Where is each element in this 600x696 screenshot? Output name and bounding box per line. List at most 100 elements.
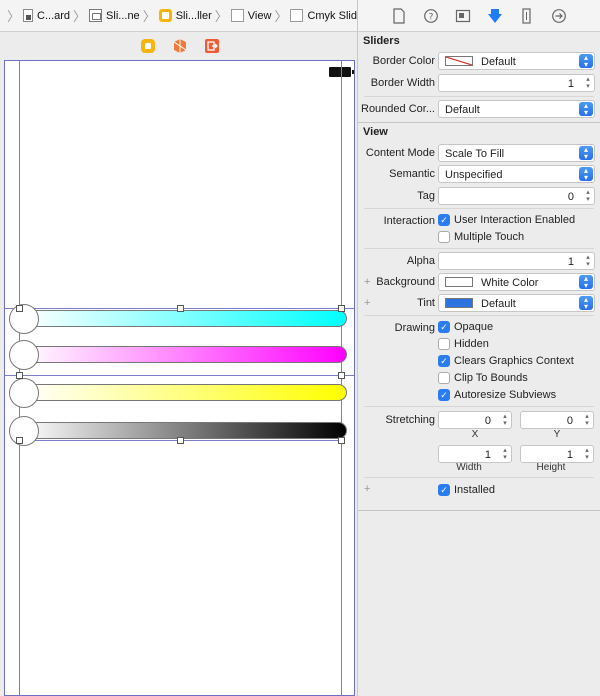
connections-icon[interactable] <box>550 7 568 25</box>
magenta-slider[interactable] <box>9 340 347 370</box>
stretch-y-field[interactable]: 0 ▴ ▾ <box>520 411 594 429</box>
breadcrumb-label: Sli...ller <box>175 9 212 22</box>
size-icon[interactable] <box>518 7 536 25</box>
stretch-height-field[interactable]: 1 ▴ ▾ <box>520 445 594 463</box>
multiple-touch-checkbox[interactable]: Multiple Touch <box>438 230 524 244</box>
hidden-label: Hidden <box>454 338 489 350</box>
stepper-icon[interactable]: ▴ ▾ <box>500 413 510 427</box>
breadcrumb-item-storyboard[interactable]: Sli...ne <box>89 9 140 22</box>
stepper-icon[interactable]: ▴ ▾ <box>583 76 593 90</box>
chevron-updown-icon: ▴ ▾ <box>579 275 593 290</box>
breadcrumb-item-view[interactable]: View <box>230 9 271 22</box>
resize-handle[interactable] <box>177 437 184 444</box>
identity-icon[interactable] <box>454 7 472 25</box>
stepper-icon[interactable]: ▴ ▾ <box>583 254 593 268</box>
stretch-x-caption: X <box>471 429 479 440</box>
stretch-x-field[interactable]: 0 ▴ ▾ <box>438 411 512 429</box>
content-mode-row: Content Mode Scale To Fill ▴ ▾ <box>358 144 600 162</box>
view-controller-icon[interactable] <box>140 38 156 54</box>
stretch-height-value: 1 <box>566 449 573 461</box>
background-popup[interactable]: White Color ▴ ▾ <box>438 273 595 291</box>
stepper-icon[interactable]: ▴ ▾ <box>583 189 593 203</box>
stepper-icon[interactable]: ▴ ▾ <box>582 413 592 427</box>
help-icon[interactable]: ? <box>422 7 440 25</box>
breadcrumb-item-controller[interactable]: Sli...ller <box>158 9 212 22</box>
semantic-value: Unspecified <box>445 169 503 181</box>
white-color-swatch <box>445 277 473 287</box>
black-slider[interactable] <box>9 416 347 446</box>
stretch-y-value: 0 <box>566 415 573 427</box>
stretch-width-caption: Width <box>456 462 482 473</box>
stretch-width-field[interactable]: 1 ▴ ▾ <box>438 445 512 463</box>
clip-to-bounds-checkbox[interactable]: Clip To Bounds <box>438 371 528 385</box>
breadcrumb-item-cmyk-sliders[interactable]: Cmyk Sliders <box>290 9 357 22</box>
resize-handle[interactable] <box>338 372 345 379</box>
slider-thumb[interactable] <box>9 304 39 334</box>
multiple-touch-label: Multiple Touch <box>454 231 525 243</box>
divider <box>364 406 594 407</box>
resize-handle[interactable] <box>177 305 184 312</box>
slider-thumb[interactable] <box>9 416 39 446</box>
plus-icon[interactable]: + <box>364 483 370 495</box>
clip-to-bounds-label: Clip To Bounds <box>454 372 528 384</box>
clears-context-label: Clears Graphics Context <box>454 355 574 367</box>
chevron-updown-icon: ▴ ▾ <box>579 167 593 182</box>
resize-handle[interactable] <box>338 437 345 444</box>
plus-icon[interactable]: + <box>364 276 370 288</box>
first-responder-icon[interactable] <box>172 38 188 54</box>
resize-handle[interactable] <box>16 305 23 312</box>
border-color-popup[interactable]: Default ▴ ▾ <box>438 52 595 70</box>
clears-context-checkbox[interactable]: ✓ Clears Graphics Context <box>438 354 574 368</box>
alpha-field[interactable]: 1 ▴ ▾ <box>438 252 595 270</box>
tag-field[interactable]: 0 ▴ ▾ <box>438 187 595 205</box>
stepper-icon[interactable]: ▴ ▾ <box>500 447 510 461</box>
chevron-updown-icon: ▴ ▾ <box>579 102 593 117</box>
border-color-row: Border Color Default ▴ ▾ <box>358 52 600 70</box>
checkbox-empty-icon <box>438 372 450 384</box>
chevron-updown-icon: ▴ ▾ <box>579 146 593 161</box>
slider-thumb[interactable] <box>9 340 39 370</box>
cyan-slider[interactable] <box>9 304 347 334</box>
content-mode-popup[interactable]: Scale To Fill ▴ ▾ <box>438 144 595 162</box>
attributes-inspector: ? Sliders Border Color Default ▴ ▾ Border… <box>357 0 600 696</box>
stretch-x-value: 0 <box>484 415 491 427</box>
alpha-label: Alpha <box>406 255 435 267</box>
file-icon[interactable] <box>390 7 408 25</box>
resize-handle[interactable] <box>16 372 23 379</box>
checkmark-icon: ✓ <box>438 214 450 226</box>
divider <box>364 477 594 478</box>
device-frame[interactable] <box>4 60 355 696</box>
autoresize-checkbox[interactable]: ✓ Autoresize Subviews <box>438 388 556 402</box>
resize-handle[interactable] <box>338 305 345 312</box>
stretch-y-caption: Y <box>553 429 561 440</box>
content-mode-label: Content Mode <box>365 147 435 159</box>
border-width-field[interactable]: 1 ▴ ▾ <box>438 74 595 92</box>
storyboard-icon <box>89 9 103 22</box>
rounded-corners-label: Rounded Cor... <box>361 103 435 115</box>
rounded-corners-row: Rounded Cor... Default ▴ ▾ <box>358 100 600 118</box>
yellow-slider[interactable] <box>9 378 347 408</box>
opaque-checkbox[interactable]: ✓ Opaque <box>438 320 493 334</box>
drawing-row: Drawing ✓ Opaque <box>358 319 600 337</box>
rounded-corners-popup[interactable]: Default ▴ ▾ <box>438 100 595 118</box>
content-mode-value: Scale To Fill <box>445 148 505 160</box>
installed-checkbox[interactable]: ✓ Installed <box>438 483 495 497</box>
slider-thumb[interactable] <box>9 378 39 408</box>
breadcrumb-item-file[interactable]: C...ard <box>23 9 70 22</box>
plus-icon[interactable]: + <box>364 297 370 309</box>
tint-popup[interactable]: Default ▴ ▾ <box>438 294 595 312</box>
tag-value: 0 <box>567 191 574 203</box>
resize-handle[interactable] <box>16 437 23 444</box>
tint-value: Default <box>481 298 516 310</box>
hidden-checkbox[interactable]: Hidden <box>438 337 489 351</box>
interaction-label: Interaction <box>383 215 435 227</box>
attributes-icon[interactable] <box>486 7 504 25</box>
breadcrumb-label: Cmyk Sliders <box>307 9 357 22</box>
stepper-icon[interactable]: ▴ ▾ <box>582 447 592 461</box>
exit-icon[interactable] <box>204 38 220 54</box>
semantic-popup[interactable]: Unspecified ▴ ▾ <box>438 165 595 183</box>
storyboard-canvas[interactable] <box>0 33 357 696</box>
user-interaction-checkbox[interactable]: ✓ User Interaction Enabled <box>438 213 575 227</box>
hidden-row: Hidden <box>358 336 600 354</box>
chevron-left-icon[interactable]: 〉 <box>7 6 20 25</box>
